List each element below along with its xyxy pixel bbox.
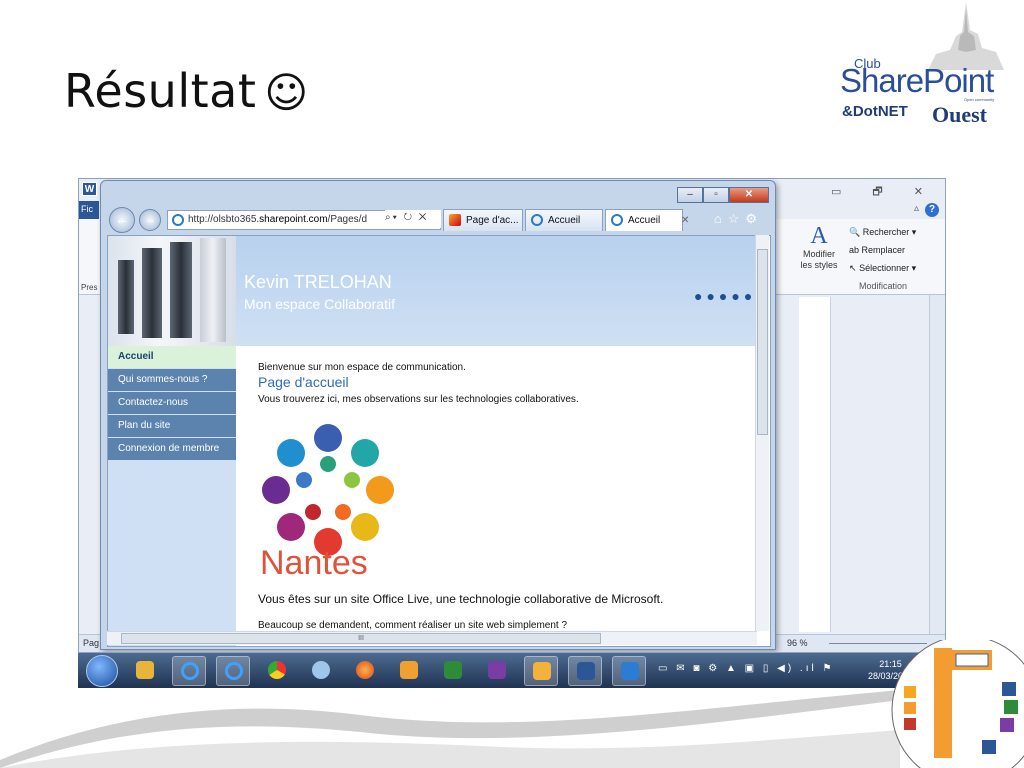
editing-group: 🔍 Rechercher ▾ ab Remplacer ↖ Sélectionn… (849, 223, 916, 277)
replace-icon: ab (849, 245, 860, 255)
site-owner-name: Kevin TRELOHAN (244, 272, 392, 292)
zoom-level[interactable]: 96 % (787, 638, 808, 648)
logo-name-text: SharePoint (840, 62, 994, 99)
close-button[interactable]: ✕ (729, 187, 769, 203)
close-tab-icon[interactable]: ✕ (681, 215, 689, 226)
ie-page-icon (172, 214, 184, 226)
server-rack (118, 260, 134, 334)
nantes-logo-text: Nantes (260, 544, 368, 582)
sharepoint-tab-icon (449, 214, 461, 226)
browser-window: – ▫ ✕ ← → http://olsbto365.sharepoint.co… (100, 180, 776, 650)
tab-label: Page d'ac... (466, 215, 519, 226)
site-subtitle: Mon espace Collaboratif (244, 296, 395, 312)
mont-saint-michel-icon (928, 2, 1004, 70)
word-app-icon[interactable]: W (82, 182, 97, 196)
browser-window-controls: – ▫ ✕ (677, 187, 769, 203)
site-left-nav: Accueil Qui sommes-nous ? Contactez-nous… (108, 346, 236, 646)
server-rack (170, 242, 192, 338)
styles-icon: A (810, 223, 828, 249)
nav-item-contact[interactable]: Contactez-nous (108, 392, 236, 414)
gear-icon[interactable]: ⚙ (745, 211, 763, 226)
browser-viewport: Kevin TRELOHAN Mon espace Collaboratif ●… (107, 235, 771, 647)
browser-vertical-scrollbar[interactable] (755, 235, 769, 631)
site-banner: Kevin TRELOHAN Mon espace Collaboratif ●… (108, 236, 756, 346)
browser-horizontal-scrollbar[interactable]: III (107, 631, 757, 645)
tab-label: Accueil (628, 215, 661, 226)
scrollbar-thumb[interactable]: III (121, 633, 601, 644)
word-file-tab[interactable]: Fic (79, 201, 99, 219)
club-logo: Club SharePoint Open community &DotNET O… (836, 0, 1016, 135)
word-vertical-scrollbar[interactable] (929, 295, 945, 635)
decorative-swoosh (0, 690, 900, 768)
ie-tab-icon (611, 214, 623, 226)
smiley-icon: ☺ (264, 68, 309, 117)
replace-label: Remplacer (861, 245, 906, 255)
nav-item-accueil[interactable]: Accueil (108, 346, 236, 368)
nav-item-about[interactable]: Qui sommes-nous ? (108, 369, 236, 391)
modify-styles-line1: Modifier (802, 249, 835, 259)
word-left-label: Pres (81, 283, 98, 292)
tab-accueil-1[interactable]: Accueil (525, 209, 603, 231)
maximize-button[interactable]: ▫ (703, 187, 729, 203)
question-text: Beaucoup se demandent, comment réaliser … (258, 620, 568, 631)
browser-nav-bar: ← → http://olsbto365.sharepoint.com/Page… (107, 207, 771, 233)
word-document-page[interactable] (799, 297, 831, 632)
page-indicator[interactable]: Pag (83, 638, 99, 648)
editing-group-label: Modification (859, 281, 908, 291)
logo-dotnet-text: &DotNET (842, 103, 908, 120)
banner-dots: ●●●●● (694, 288, 757, 304)
slide-title-text: Résultat (64, 64, 257, 118)
cursor-icon: ↖ (849, 263, 857, 273)
select-label: Sélectionner (859, 263, 910, 273)
word-window-controls[interactable]: ▭ 🗗 ✕ (831, 183, 937, 202)
welcome-text: Bienvenue sur mon espace de communicatio… (258, 362, 466, 373)
tab-label: Accueil (548, 215, 581, 226)
select-button[interactable]: ↖ Sélectionner ▾ (849, 259, 916, 277)
ie-tab-icon (531, 214, 543, 226)
replace-button[interactable]: ab Remplacer (849, 241, 916, 259)
address-tools[interactable]: ⌕▾ ↻ ✕ (385, 210, 441, 228)
browser-toolbar-icons: ⌂☆⚙ (714, 211, 763, 227)
page-heading: Page d'accueil (258, 374, 349, 390)
nantes-logo: Nantes (258, 420, 398, 586)
nav-item-member-login[interactable]: Connexion de membre (108, 438, 236, 460)
server-rack (200, 238, 226, 342)
ribbon-collapse-icon[interactable]: ▵ (914, 203, 919, 214)
nav-item-sitemap[interactable]: Plan du site (108, 415, 236, 437)
server-rack (142, 248, 162, 338)
slide-title: Résultat ☺ (64, 64, 309, 118)
help-icon[interactable]: ? (925, 203, 939, 217)
forward-button[interactable]: → (139, 209, 161, 231)
modify-styles-button[interactable]: A Modifier les styles (791, 223, 847, 271)
logo-region-text: Ouest (932, 102, 987, 127)
modify-styles-line2: les styles (800, 260, 838, 270)
address-host: sharepoint.com (259, 214, 328, 225)
scrollbar-thumb[interactable] (757, 249, 768, 435)
tab-accueil-active[interactable]: Accueil ✕ (605, 209, 689, 231)
intro-text: Vous trouverez ici, mes observations sur… (258, 394, 579, 405)
address-prefix: http://olsbto365. (188, 214, 260, 225)
server-room-photo (108, 236, 236, 346)
find-button[interactable]: 🔍 Rechercher ▾ (849, 223, 916, 241)
address-suffix: /Pages/d (327, 214, 368, 225)
minimize-button[interactable]: – (677, 187, 703, 203)
back-button[interactable]: ← (109, 207, 135, 233)
home-icon[interactable]: ⌂ (714, 211, 728, 226)
slide: Résultat ☺ Club SharePoint Open community… (0, 0, 1024, 768)
favorites-icon[interactable]: ☆ (728, 211, 746, 226)
binoculars-icon: 🔍 (849, 227, 861, 237)
find-label: Rechercher (862, 227, 910, 237)
office-live-text: Vous êtes sur un site Office Live, une t… (258, 592, 664, 606)
tab-page-accueil[interactable]: Page d'ac... (443, 209, 523, 231)
sharepoint-circle-badge (891, 640, 1024, 768)
